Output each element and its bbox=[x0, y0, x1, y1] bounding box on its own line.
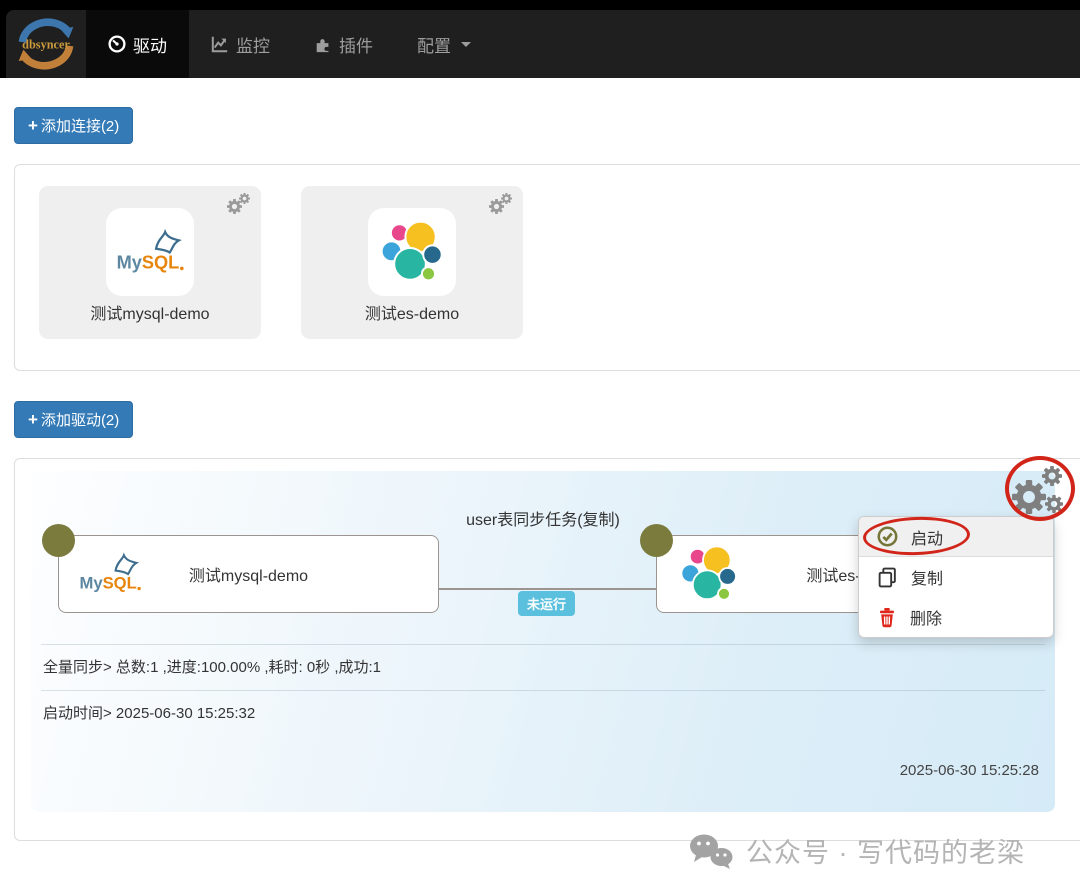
start-time-text: 启动时间> 2025-06-30 15:25:32 bbox=[43, 702, 1043, 723]
wechat-icon bbox=[688, 833, 734, 869]
connector-line bbox=[439, 588, 656, 590]
updated-timestamp: 2025-06-30 15:25:28 bbox=[900, 762, 1039, 779]
driver-settings-gears-icon[interactable] bbox=[1010, 464, 1072, 522]
connection-settings-gears-icon[interactable] bbox=[227, 193, 253, 215]
nav-item-label: 配置 bbox=[417, 32, 451, 57]
plus-icon: + bbox=[28, 117, 38, 134]
nav-item-label: 插件 bbox=[339, 32, 373, 57]
menu-item-delete[interactable]: 删除 bbox=[859, 597, 1053, 637]
connections-panel: 测试mysql-demo 测试es-demo bbox=[14, 164, 1080, 371]
elasticsearch-logo bbox=[379, 219, 445, 285]
status-badge: 未运行 bbox=[518, 591, 575, 616]
divider bbox=[41, 690, 1045, 691]
watermark-text: 公众号 · 写代码的老梁 bbox=[746, 831, 1025, 870]
nav-item-label: 驱动 bbox=[133, 32, 167, 57]
connection-settings-gears-icon[interactable] bbox=[489, 193, 515, 215]
divider bbox=[41, 644, 1045, 645]
connection-card-mysql[interactable]: 测试mysql-demo bbox=[39, 186, 261, 339]
nav-items: 驱动 监控 插件 配置 bbox=[86, 10, 493, 78]
add-driver-label: 添加驱动(2) bbox=[41, 409, 119, 430]
monitor-chart-icon bbox=[211, 35, 229, 53]
menu-item-copy[interactable]: 复制 bbox=[859, 557, 1053, 597]
plus-icon: + bbox=[28, 411, 38, 428]
connection-name: 测试es-demo bbox=[301, 300, 523, 324]
add-connection-button[interactable]: + 添加连接(2) bbox=[14, 107, 133, 144]
page: dbsyncer 驱动 监控 bbox=[0, 0, 1080, 893]
nav-item-driver[interactable]: 驱动 bbox=[86, 10, 189, 78]
menu-item-label: 删除 bbox=[910, 605, 942, 629]
brand-logo[interactable]: dbsyncer bbox=[6, 10, 86, 78]
menu-item-start[interactable]: 启动 bbox=[859, 517, 1053, 557]
navbar: dbsyncer 驱动 监控 bbox=[6, 10, 1080, 78]
menu-item-label: 启动 bbox=[911, 525, 943, 549]
nav-item-plugin[interactable]: 插件 bbox=[292, 10, 395, 78]
nav-item-label: 监控 bbox=[236, 32, 270, 57]
add-connection-label: 添加连接(2) bbox=[41, 115, 119, 136]
connection-name: 测试mysql-demo bbox=[39, 300, 261, 324]
source-node-mysql[interactable]: 测试mysql-demo bbox=[58, 535, 439, 613]
nav-item-config[interactable]: 配置 bbox=[395, 10, 493, 78]
menu-item-label: 复制 bbox=[911, 565, 943, 589]
dbsyncer-logo-icon: dbsyncer bbox=[13, 13, 79, 75]
copy-icon bbox=[877, 567, 898, 588]
caret-down-icon bbox=[461, 42, 471, 47]
mysql-logo bbox=[112, 229, 188, 276]
trash-icon bbox=[877, 607, 897, 628]
mysql-logo-tile bbox=[106, 208, 194, 296]
brand-text: dbsyncer bbox=[22, 38, 70, 52]
connection-card-es[interactable]: 测试es-demo bbox=[301, 186, 523, 339]
nav-item-monitor[interactable]: 监控 bbox=[189, 10, 292, 78]
watermark: 公众号 · 写代码的老梁 bbox=[688, 831, 1025, 870]
plugin-icon bbox=[314, 35, 332, 53]
driver-actions-menu: 启动 复制 删除 bbox=[858, 516, 1054, 638]
full-sync-status-text: 全量同步> 总数:1 ,进度:100.00% ,耗时: 0秒 ,成功:1 bbox=[43, 656, 1043, 677]
elasticsearch-logo-tile bbox=[368, 208, 456, 296]
check-circle-icon bbox=[877, 526, 898, 547]
source-node-name: 测试mysql-demo bbox=[59, 536, 438, 612]
add-driver-button[interactable]: + 添加驱动(2) bbox=[14, 401, 133, 438]
dashboard-icon bbox=[108, 35, 126, 53]
